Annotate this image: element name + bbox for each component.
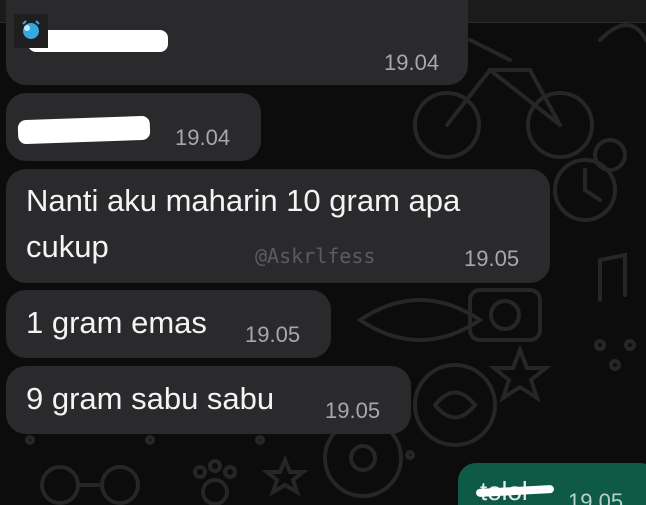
message-bubble-3[interactable]: Nanti aku maharin 10 gram apa cukup @Ask…: [6, 169, 550, 283]
message-bubble-1[interactable]: 19.04: [6, 0, 468, 85]
message-time: 19.05: [464, 246, 520, 271]
message-bubble-2[interactable]: 19.04: [6, 93, 261, 161]
message-bubble-4[interactable]: 1 gram emas 19.05: [6, 290, 331, 358]
message-time: 19.04: [384, 50, 440, 75]
message-bubble-5[interactable]: 9 gram sabu sabu 19.05: [6, 366, 411, 434]
redaction-mark: [17, 115, 151, 145]
message-text: 1 gram emas: [26, 305, 207, 340]
outgoing-message-bubble[interactable]: tolol 19.05: [458, 463, 646, 505]
message-time: 19.04: [175, 125, 231, 150]
message-text-continued: cukup: [26, 229, 109, 264]
message-text: Nanti aku maharin 10 gram apa: [26, 183, 461, 218]
watermark: @Askrlfess: [255, 244, 376, 268]
app-icon: [14, 14, 48, 48]
outgoing-message-time: 19.05: [568, 489, 624, 505]
message-time: 19.05: [325, 398, 381, 423]
redaction-mark: [28, 30, 168, 52]
message-time: 19.05: [245, 322, 301, 347]
app-icon-glyph: [22, 20, 40, 39]
message-text: 9 gram sabu sabu: [26, 381, 275, 416]
chat-screen: 19.04 19.04 Nanti aku maharin 10 gram ap…: [0, 0, 646, 505]
